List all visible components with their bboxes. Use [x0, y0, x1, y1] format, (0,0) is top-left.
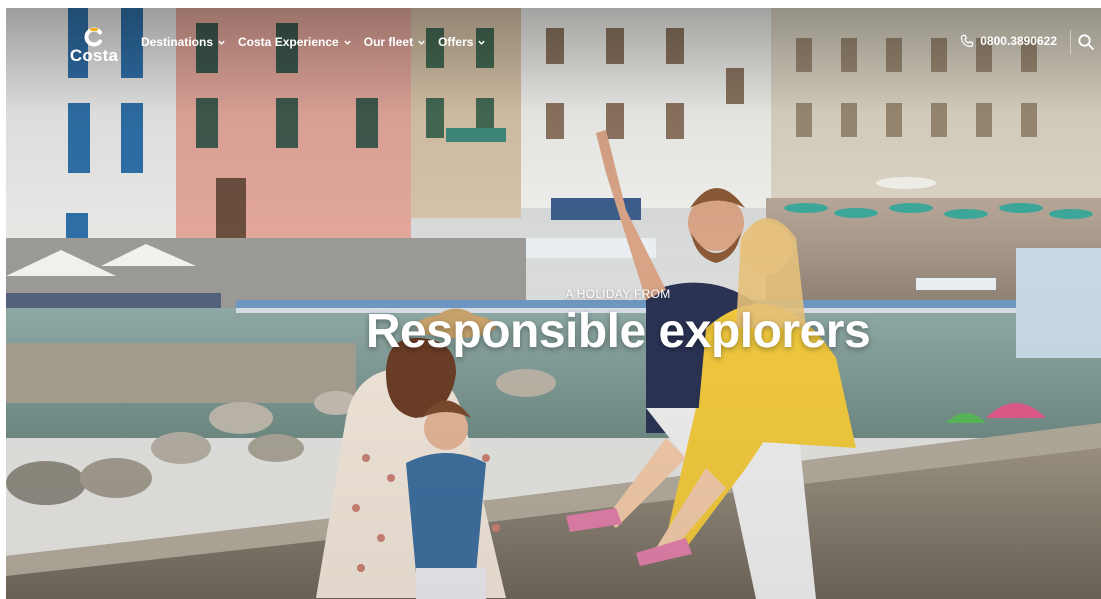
header-divider [1070, 30, 1071, 54]
site-header: Costa Destinations Costa Experience Our … [6, 8, 1101, 78]
phone-link[interactable]: 0800.3890622 [960, 34, 1057, 48]
costa-logo[interactable]: Costa [66, 24, 122, 66]
page: Costa Destinations Costa Experience Our … [0, 0, 1101, 599]
search-icon[interactable] [1077, 33, 1095, 51]
nav-costa-experience-label: Costa Experience [238, 35, 339, 49]
chevron-down-icon [478, 40, 486, 45]
nav-costa-experience[interactable]: Costa Experience [238, 35, 352, 49]
phone-icon [961, 34, 974, 48]
nav-offers[interactable]: Offers [438, 35, 486, 49]
hero-eyebrow: A HOLIDAY FROM [565, 287, 671, 301]
phone-number: 0800.3890622 [980, 34, 1057, 48]
nav-our-fleet-label: Our fleet [363, 35, 414, 49]
chevron-down-icon [218, 40, 225, 45]
main-nav: Destinations Costa Experience Our fleet … [141, 35, 486, 49]
chevron-down-icon [344, 40, 351, 45]
chevron-down-icon [418, 40, 425, 45]
logo-text: Costa [69, 46, 119, 65]
nav-offers-label: Offers [438, 35, 474, 49]
nav-destinations-label: Destinations [141, 35, 214, 49]
hero-title: Responsible explorers [365, 305, 871, 358]
nav-destinations[interactable]: Destinations [141, 35, 226, 49]
nav-our-fleet[interactable]: Our fleet [364, 35, 426, 49]
